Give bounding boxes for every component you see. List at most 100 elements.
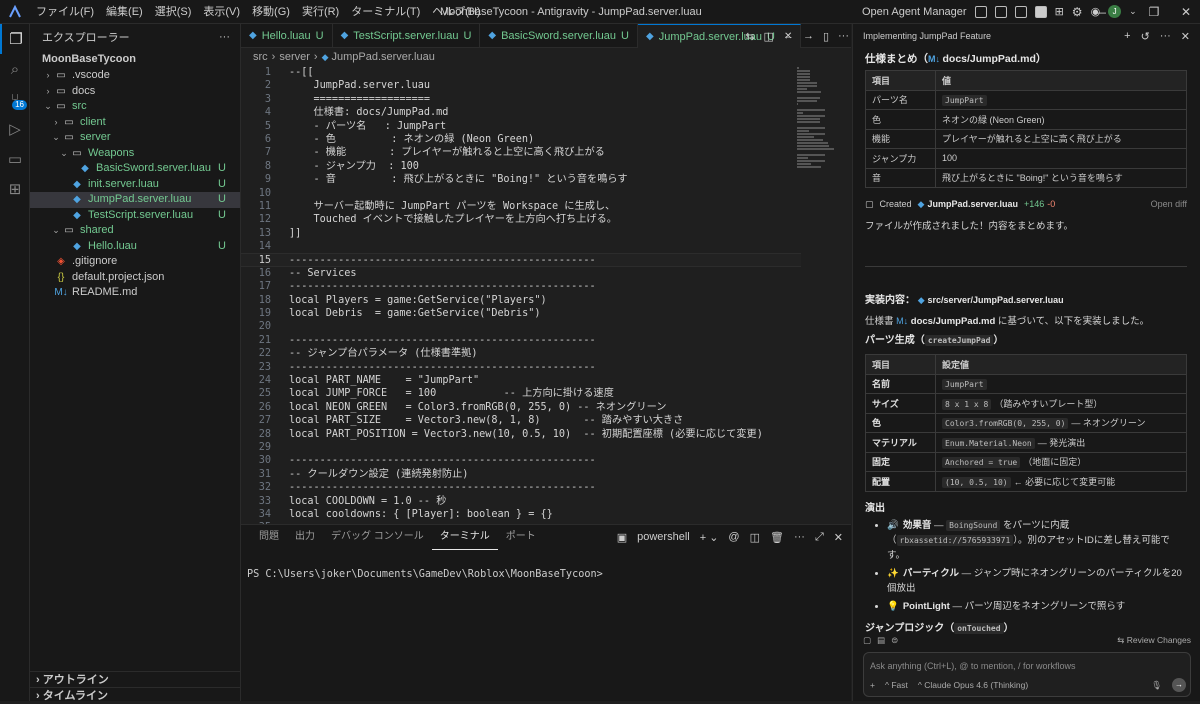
terminal-mention-icon[interactable]: @ — [728, 531, 739, 543]
search-icon[interactable]: ⌕ — [0, 54, 30, 84]
open-diff-button[interactable]: Open diff — [1151, 199, 1187, 209]
send-button[interactable]: → — [1172, 678, 1186, 692]
terminal-prompt[interactable]: PS C:\Users\joker\Documents\GameDev\Robl… — [247, 569, 603, 580]
close-panel-icon[interactable]: ✕ — [834, 531, 843, 544]
breadcrumb-item[interactable]: src — [253, 51, 268, 63]
new-terminal-icon[interactable]: + ⌄ — [700, 531, 719, 544]
tree-file[interactable]: ◆ JumpPad.server.luau U — [30, 192, 240, 208]
minimap-line — [797, 121, 820, 123]
tree-folder[interactable]: › ▭ client — [30, 115, 240, 131]
outline-section[interactable]: › アウトライン — [30, 671, 241, 687]
document-icon[interactable]: ▤ — [877, 635, 885, 646]
luau-file-icon: ◆ — [646, 30, 654, 42]
created-file-link[interactable]: JumpPad.server.luau — [927, 199, 1018, 209]
menu-item[interactable]: ターミナル(T) — [345, 0, 426, 24]
toggle-sidebar-icon[interactable] — [994, 5, 1007, 18]
tree-folder[interactable]: ⌄ ▭ src — [30, 99, 240, 115]
tree-folder[interactable]: › ▭ .vscode — [30, 68, 240, 84]
tree-file[interactable]: M↓ README.md — [30, 285, 240, 301]
menu-item[interactable]: 移動(G) — [246, 0, 296, 24]
editor-tab[interactable]: ◆ Hello.luau U — [241, 24, 333, 48]
editor-tab[interactable]: ◆ BasicSword.server.luau U — [480, 24, 638, 48]
explorer-more-icon[interactable]: ··· — [219, 31, 230, 43]
panel-tab[interactable]: ターミナル — [431, 525, 498, 550]
agent-chat-input[interactable] — [870, 659, 1170, 673]
editor-more-icon[interactable]: ··· — [838, 30, 849, 42]
panel-more-icon[interactable]: ··· — [794, 531, 805, 543]
extensions-icon[interactable]: ⊞ — [0, 174, 30, 204]
based-file-link[interactable]: docs/JumpPad.md — [911, 316, 995, 327]
history-icon[interactable]: ↺ — [1141, 30, 1150, 43]
panel-tab[interactable]: デバッグ コンソール — [323, 525, 432, 549]
source-control-icon[interactable]: ⑂ 16 — [0, 84, 30, 114]
open-agent-manager-button[interactable]: Open Agent Manager — [862, 6, 967, 18]
panel-tab[interactable]: ポート — [498, 525, 544, 549]
menu-item[interactable]: 編集(E) — [100, 0, 149, 24]
go-back-icon[interactable]: ← — [783, 30, 794, 42]
customize-layout-icon[interactable]: ⊞ — [1055, 5, 1064, 18]
panel-tab[interactable]: 問題 — [251, 525, 287, 549]
open-changes-icon[interactable]: ⇆ — [745, 30, 754, 43]
minimize-button[interactable]: — — [1080, 0, 1120, 24]
close-agent-icon[interactable]: ✕ — [1181, 30, 1190, 43]
review-changes-button[interactable]: ⇆ Review Changes — [1117, 635, 1191, 646]
tree-file[interactable]: ◆ Hello.luau U — [30, 239, 240, 255]
code-editor[interactable]: 1 --[[2 JumpPad.server.luau 3 ============… — [241, 66, 801, 524]
breadcrumb-item[interactable]: server — [279, 51, 310, 63]
agent-conversation[interactable]: 仕様まとめ（M↓ docs/JumpPad.md） 項目値パーツ名 JumpPar… — [853, 48, 1199, 658]
breadcrumb-separator-icon: › — [271, 51, 276, 63]
code-line: 13]] — [241, 227, 801, 240]
model-selector[interactable]: ^ Claude Opus 4.6 (Thinking) — [918, 680, 1028, 690]
tree-file[interactable]: ◈ .gitignore — [30, 254, 240, 270]
add-context-icon[interactable]: + — [870, 680, 875, 690]
menu-item[interactable]: ファイル(F) — [30, 0, 100, 24]
menu-item[interactable]: 表示(V) — [197, 0, 246, 24]
toggle-panel-icon[interactable] — [1014, 5, 1027, 18]
tree-file[interactable]: ◆ BasicSword.server.luau U — [30, 161, 240, 177]
close-window-button[interactable]: ✕ — [1166, 0, 1200, 24]
tree-file[interactable]: ◆ TestScript.server.luau U — [30, 208, 240, 224]
tree-folder[interactable]: ⌄ ▭ server — [30, 130, 240, 146]
tree-file[interactable]: ◆ init.server.luau U — [30, 177, 240, 193]
tree-folder[interactable]: › ▭ docs — [30, 84, 240, 100]
split-editor-icon[interactable]: ◫ — [764, 30, 774, 43]
toggle-agent-panel-icon[interactable] — [1034, 5, 1047, 18]
breadcrumb-item[interactable]: JumpPad.server.luau — [332, 51, 435, 63]
table-cell: 飛び上がるときに "Boing!" という音を鳴らす — [935, 167, 1187, 188]
run-debug-icon[interactable]: ▷ — [0, 114, 30, 144]
minimap-line — [797, 91, 822, 93]
explorer-icon[interactable]: ❐ — [0, 24, 30, 54]
tree-folder[interactable]: ⌄ ▭ Weapons — [30, 146, 240, 162]
menu-item[interactable]: 実行(R) — [296, 0, 345, 24]
menu-item[interactable]: 選択(S) — [149, 0, 198, 24]
code-text: - パーツ名 : JumpPart — [289, 120, 447, 132]
new-chat-icon[interactable]: + — [1124, 30, 1130, 43]
layout-editor-icon[interactable] — [974, 5, 987, 18]
terminal-shell-label[interactable]: powershell — [637, 531, 690, 543]
go-forward-icon[interactable]: → — [803, 30, 814, 42]
tree-item-label: JumpPad.server.luau — [88, 193, 192, 205]
mode-selector[interactable]: ^ Fast — [885, 680, 908, 690]
impl-file-link[interactable]: src/server/JumpPad.server.luau — [927, 295, 1063, 305]
tree-folder[interactable]: ⌄ ▭ shared — [30, 223, 240, 239]
remote-explorer-icon[interactable]: ▭ — [0, 144, 30, 174]
split-terminal-icon[interactable]: ◫ — [750, 531, 760, 544]
editor-scrollbar[interactable] — [839, 66, 849, 524]
workspace-root[interactable]: MoonBaseTycoon — [30, 50, 240, 68]
code-text: local JUMP_FORCE = 100 -- 上方向に掛ける速度 — [289, 388, 614, 400]
stack-icon[interactable]: ⊜ — [891, 635, 898, 646]
split-right-icon[interactable]: ▯ — [823, 30, 829, 43]
editor-tab[interactable]: ◆ TestScript.server.luau U — [333, 24, 481, 48]
list-item: 🔊効果音 — BoingSound をパーツに内蔵（rbxassetid://5… — [887, 518, 1187, 563]
tree-file[interactable]: {} default.project.json — [30, 270, 240, 286]
activity-bar: ❐ ⌕ ⑂ 16 ▷ ▭ ⊞ — [0, 24, 30, 701]
microphone-icon[interactable]: 🎙 — [1151, 680, 1162, 691]
copy-icon[interactable]: ▢ — [863, 635, 871, 646]
terminal-shell-icon[interactable]: ▣ — [617, 531, 627, 544]
agent-more-icon[interactable]: ··· — [1160, 30, 1171, 43]
panel-tab[interactable]: 出力 — [287, 525, 323, 549]
maximize-panel-icon[interactable]: ⤢ — [815, 531, 824, 544]
spec-file-link[interactable]: docs/JumpPad.md — [943, 53, 1036, 65]
kill-terminal-icon[interactable]: 🗑 — [770, 531, 784, 544]
minimap[interactable] — [797, 66, 837, 206]
